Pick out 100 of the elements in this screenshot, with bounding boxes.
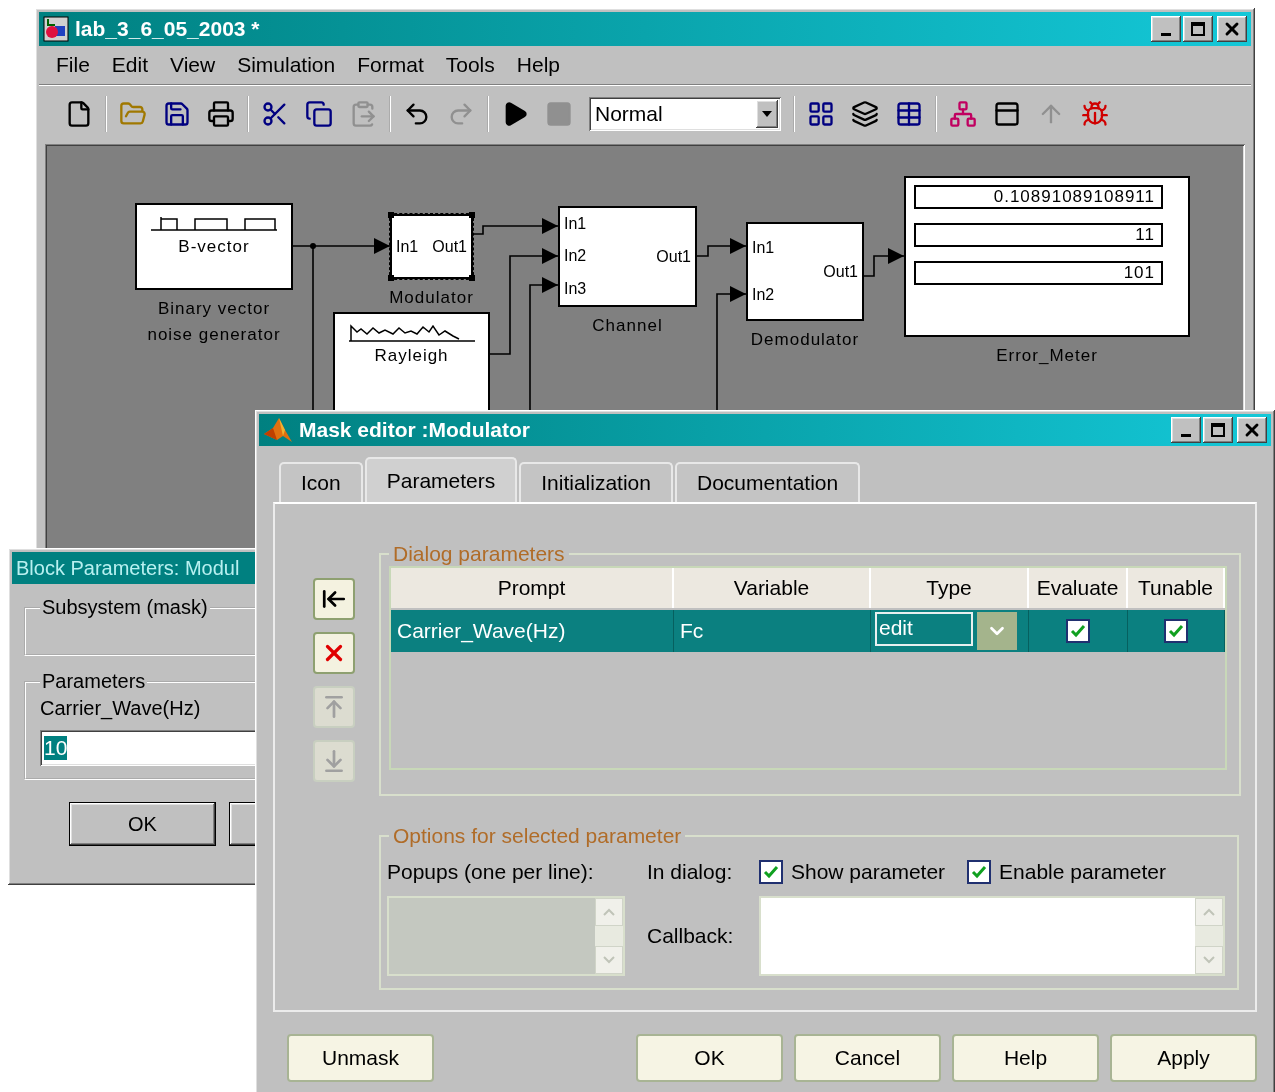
selection-handle[interactable]: [388, 212, 394, 218]
port-label: In1: [564, 215, 587, 234]
add-parameter-button[interactable]: [313, 578, 355, 620]
display-readout: 101: [914, 261, 1163, 285]
dialog-button[interactable]: Cancel: [794, 1034, 941, 1082]
column-header[interactable]: Evaluate: [1029, 568, 1128, 608]
checkbox[interactable]: Enable parameter: [967, 860, 1166, 884]
scroll-down-icon: [1203, 956, 1215, 964]
column-header[interactable]: Tunable: [1128, 568, 1225, 608]
checkbox[interactable]: Show parameter: [759, 860, 946, 884]
scrollbar[interactable]: [1195, 898, 1223, 974]
delete-button[interactable]: [313, 632, 355, 674]
column-header[interactable]: Prompt: [391, 568, 674, 608]
menu-item[interactable]: Help: [505, 53, 571, 77]
selection-handle[interactable]: [469, 275, 475, 281]
field-label: In dialog:: [647, 860, 734, 884]
group-title: Dialog parameters: [392, 542, 566, 566]
signal-line: [863, 248, 905, 277]
block[interactable]: 0.10891089108911 11 101: [904, 176, 1190, 337]
menu-item[interactable]: Tools: [434, 53, 506, 77]
scroll-up-icon: [603, 908, 615, 916]
group-title: Options for selected parameter: [392, 824, 683, 848]
port-label: In1: [396, 237, 419, 256]
window-title: Mask editor :Modulator: [299, 418, 531, 442]
checkbox[interactable]: [1164, 619, 1188, 643]
check-icon: [1168, 624, 1184, 638]
check-icon: [763, 865, 779, 879]
menu-item[interactable]: Format: [346, 53, 435, 77]
table-cell[interactable]: Carrier_Wave(Hz): [391, 610, 674, 652]
checkbox-tick[interactable]: [967, 860, 992, 884]
network-icon[interactable]: [949, 100, 977, 128]
maximize-button[interactable]: [1183, 16, 1213, 42]
panel-icon[interactable]: [993, 100, 1021, 128]
port-label: Out1: [432, 237, 467, 256]
minimize-button[interactable]: [1151, 16, 1181, 42]
block[interactable]: Rayleigh: [333, 312, 490, 412]
port-label: Out1: [656, 247, 691, 266]
menu-item[interactable]: Edit: [100, 53, 160, 77]
model-window-icon: [43, 16, 69, 42]
field-label: Popups (one per line):: [387, 860, 595, 884]
scroll-down-icon: [603, 956, 615, 964]
close-button[interactable]: [1237, 417, 1267, 443]
close-button[interactable]: [1217, 16, 1247, 42]
port-label: In2: [564, 247, 587, 266]
bug-icon[interactable]: [1081, 100, 1109, 128]
printer-icon[interactable]: [207, 100, 235, 128]
table-cell[interactable]: Fc: [674, 610, 871, 652]
port-label: In3: [564, 279, 587, 298]
column-header[interactable]: Type: [871, 568, 1029, 608]
menu-item[interactable]: View: [159, 53, 227, 77]
scroll-up-icon: [1203, 908, 1215, 916]
block[interactable]: B-vector: [135, 203, 293, 290]
display-readout: 0.10891089108911: [914, 185, 1163, 209]
block-label: Channel: [592, 315, 663, 337]
column-header[interactable]: Variable: [674, 568, 871, 608]
block[interactable]: In1 In2 In3 Out1: [558, 206, 697, 307]
checkbox-tick[interactable]: [759, 860, 783, 884]
dialog-button[interactable]: OK: [636, 1034, 783, 1082]
minimize-icon: [1161, 32, 1171, 36]
menu-item[interactable]: Simulation: [226, 53, 347, 77]
group-title: Parameters: [41, 670, 147, 693]
parameter-label: Carrier_Wave(Hz): [40, 697, 202, 720]
copy-icon[interactable]: [305, 100, 333, 128]
block-icon-text: Rayleigh: [374, 346, 449, 366]
selection-handle[interactable]: [388, 275, 394, 281]
port-label: In1: [752, 238, 775, 257]
display-readout: 11: [914, 223, 1163, 247]
block[interactable]: In1 In2 Out1: [746, 222, 864, 321]
save-icon[interactable]: [163, 100, 191, 128]
maximize-icon: [1211, 423, 1225, 437]
block-icon-text: B-vector: [178, 237, 250, 257]
tab[interactable]: Parameters: [364, 457, 518, 503]
selection-handle[interactable]: [469, 212, 475, 218]
window-title: lab_3_6_05_2003 *: [75, 17, 261, 41]
type-field[interactable]: edit: [875, 612, 973, 646]
dialog-button[interactable]: Help: [952, 1034, 1099, 1082]
layers-icon[interactable]: [851, 100, 879, 128]
check-icon: [1070, 624, 1086, 638]
block-label: Modulator: [389, 287, 474, 309]
input-field[interactable]: 10: [40, 730, 258, 766]
menu-item[interactable]: File: [45, 53, 101, 77]
block[interactable]: In1 Out1: [390, 214, 473, 279]
tab[interactable]: Icon: [279, 462, 363, 502]
dropdown-arrow-icon: [762, 111, 772, 117]
grid-icon[interactable]: [807, 100, 835, 128]
minimize-icon: [1181, 433, 1191, 437]
maximize-icon: [1191, 22, 1205, 36]
simulation-mode-dropdown[interactable]: Normal: [589, 97, 781, 131]
check-icon: [971, 865, 988, 879]
tab[interactable]: Documentation: [675, 462, 861, 502]
port-label: In2: [752, 286, 775, 305]
maximize-button[interactable]: [1203, 417, 1233, 443]
block-label: Binary vector noise generator: [146, 298, 282, 346]
ok-button[interactable]: OK: [69, 802, 216, 846]
dialog-button[interactable]: Unmask: [287, 1034, 434, 1082]
table-icon[interactable]: [895, 100, 923, 128]
minimize-button[interactable]: [1171, 417, 1201, 443]
tab[interactable]: Initialization: [519, 462, 673, 502]
checkbox[interactable]: [1066, 619, 1090, 643]
dialog-button[interactable]: Apply: [1110, 1034, 1257, 1082]
